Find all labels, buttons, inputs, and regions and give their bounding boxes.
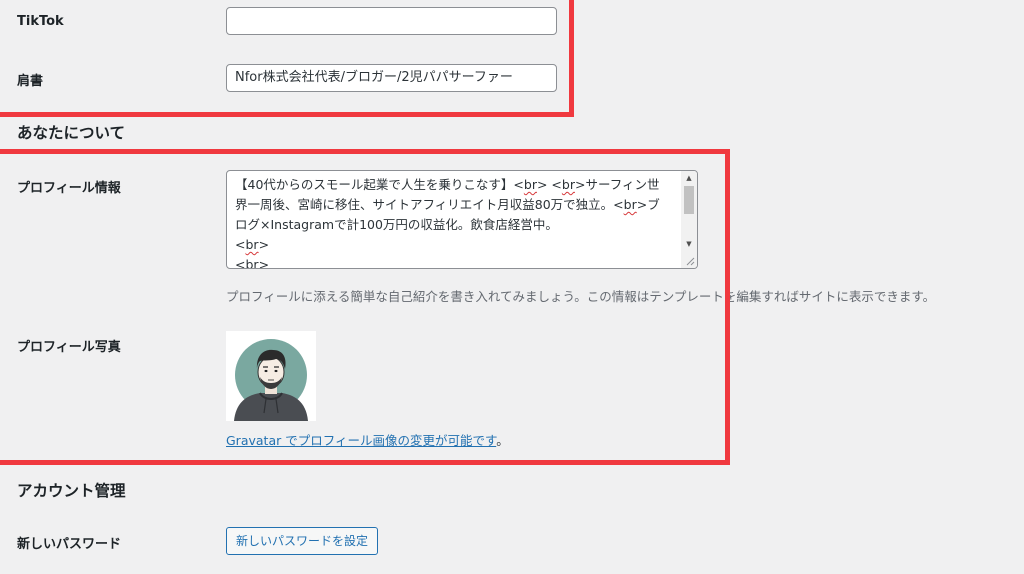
gravatar-suffix: 。 bbox=[496, 433, 509, 448]
scroll-thumb[interactable] bbox=[684, 186, 694, 214]
resize-grip-icon[interactable] bbox=[685, 256, 695, 266]
bio-text-segment: 【40代からのスモール起業で人生を乗りこなす】< bbox=[235, 177, 524, 192]
bio-text-segment: < bbox=[235, 257, 246, 269]
tiktok-input[interactable] bbox=[226, 7, 557, 35]
bio-text-segment: >サーフィン世 bbox=[574, 177, 660, 192]
bio-text-segment: < bbox=[235, 237, 246, 252]
gravatar-link[interactable]: Gravatar でプロフィール画像の変更が可能です bbox=[226, 433, 496, 448]
about-heading: あなたについて bbox=[17, 124, 126, 142]
scroll-up-arrow-icon[interactable]: ▲ bbox=[681, 171, 697, 185]
bio-text-segment: 界一周後、宮崎に移住、サイトアフィリエイト月収益80万で独立。< bbox=[235, 197, 624, 212]
spellcheck-token: br bbox=[245, 257, 259, 269]
tiktok-label: TikTok bbox=[17, 14, 64, 29]
profile-bio-textarea[interactable]: 【40代からのスモール起業で人生を乗りこなす】<br> <br>サーフィン世 界一… bbox=[226, 170, 698, 269]
bio-line: <br> bbox=[235, 255, 680, 269]
bio-text-segment: > < bbox=[536, 177, 562, 192]
bio-text-segment: >ブ bbox=[636, 197, 660, 212]
textarea-scrollbar[interactable]: ▲ ▼ bbox=[681, 171, 697, 268]
spellcheck-token: br bbox=[245, 237, 259, 252]
gravatar-note: Gravatar でプロフィール画像の変更が可能です。 bbox=[226, 430, 509, 449]
bio-line: ログ×Instagramで計100万円の収益化。飲食店経営中。 bbox=[235, 215, 680, 235]
profile-photo-label: プロフィール写真 bbox=[17, 340, 121, 355]
account-heading: アカウント管理 bbox=[17, 482, 126, 500]
profile-bio-text: 【40代からのスモール起業で人生を乗りこなす】<br> <br>サーフィン世 界一… bbox=[235, 175, 680, 269]
avatar-illustration bbox=[226, 331, 316, 421]
bio-line: 界一周後、宮崎に移住、サイトアフィリエイト月収益80万で独立。<br>ブ bbox=[235, 195, 680, 215]
bio-text-segment: ログ×Instagramで計100万円の収益化。飲食店経営中。 bbox=[235, 217, 558, 232]
bio-line: <br> bbox=[235, 235, 680, 255]
bio-line: 【40代からのスモール起業で人生を乗りこなす】<br> <br>サーフィン世 bbox=[235, 175, 680, 195]
scroll-down-arrow-icon[interactable]: ▼ bbox=[681, 237, 697, 251]
bio-text-segment: > bbox=[258, 257, 270, 269]
profile-info-label: プロフィール情報 bbox=[17, 181, 121, 196]
spellcheck-token: br bbox=[623, 197, 637, 212]
avatar bbox=[226, 331, 316, 421]
bio-text-segment: > bbox=[258, 237, 270, 252]
spellcheck-token: br bbox=[523, 177, 537, 192]
set-new-password-button[interactable]: 新しいパスワードを設定 bbox=[226, 527, 379, 555]
new-password-label: 新しいパスワード bbox=[17, 537, 122, 552]
profile-info-description: プロフィールに添える簡単な自己紹介を書き入れてみましょう。この情報はテンプレート… bbox=[226, 289, 936, 304]
spellcheck-token: br bbox=[561, 177, 575, 192]
title-input[interactable]: Nfor株式会社代表/ブロガー/2児パパサーファー bbox=[226, 64, 557, 92]
title-label: 肩書 bbox=[17, 74, 44, 89]
